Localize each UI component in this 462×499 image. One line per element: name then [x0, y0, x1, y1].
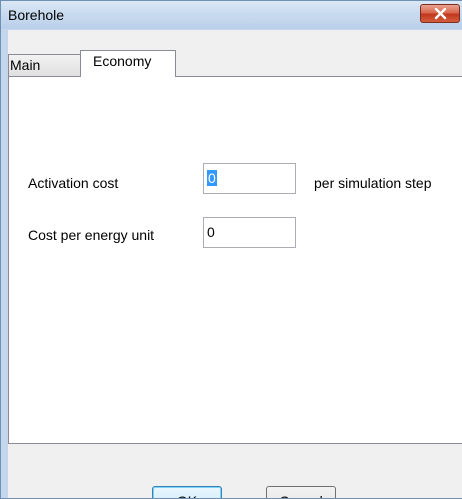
tab-economy-label: Economy	[93, 53, 152, 69]
cost-per-energy-unit-input[interactable]: 0	[203, 217, 296, 248]
close-button[interactable]	[420, 4, 460, 23]
activation-cost-label: Activation cost	[28, 175, 119, 191]
economy-tab-panel: Activation cost 0 per simulation step Co…	[8, 76, 462, 443]
cost-per-energy-unit-value: 0	[207, 224, 215, 240]
activation-cost-unit-label: per simulation step	[314, 175, 432, 191]
tab-main[interactable]: Main	[8, 54, 81, 76]
window-title: Borehole	[8, 7, 65, 23]
activation-cost-input[interactable]: 0	[203, 163, 296, 194]
close-icon	[434, 8, 447, 20]
dialog-window: Borehole Main Economy Activation cost 0 …	[0, 0, 462, 499]
ok-button[interactable]: OK	[152, 486, 222, 498]
dialog-client-area: Main Economy Activation cost 0 per simul…	[8, 30, 462, 498]
cancel-button[interactable]: Cancel	[266, 486, 336, 498]
title-bar[interactable]: Borehole	[1, 1, 462, 29]
cost-per-energy-unit-label: Cost per energy unit	[28, 227, 155, 243]
tab-strip: Main Economy	[8, 30, 462, 77]
activation-cost-value: 0	[207, 170, 217, 186]
tab-economy[interactable]: Economy	[80, 50, 176, 77]
button-bar: OK Cancel	[8, 443, 462, 498]
tab-main-label: Main	[10, 57, 41, 73]
